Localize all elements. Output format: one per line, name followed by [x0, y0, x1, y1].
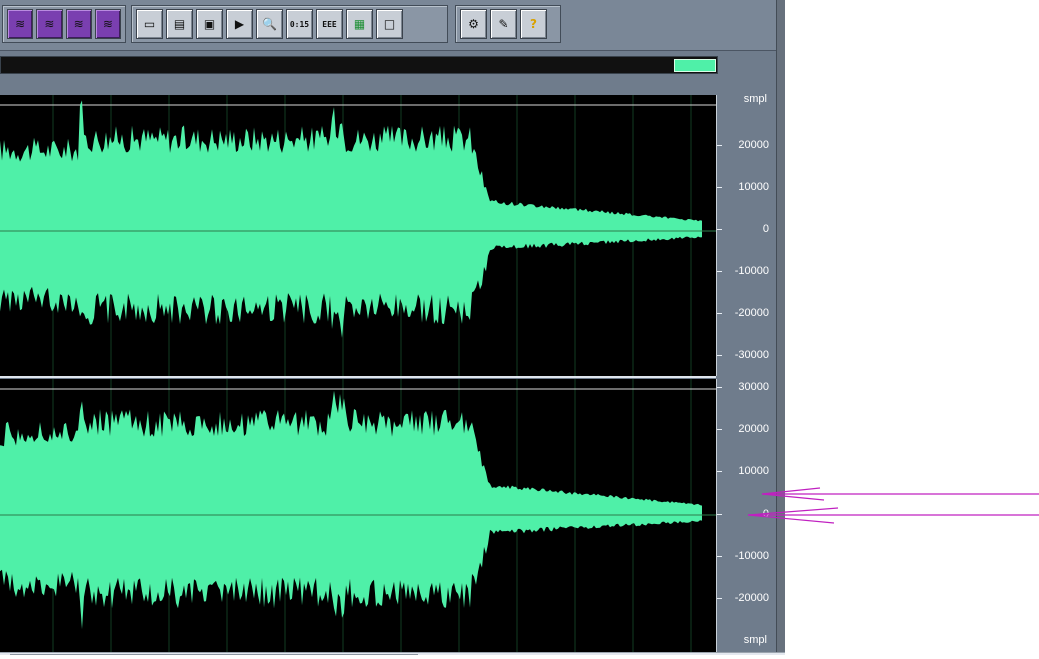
settings-icon: ⚙ — [468, 17, 479, 31]
help-icon: ? — [530, 17, 537, 31]
waveform-view-button[interactable]: ≋ — [7, 9, 34, 39]
ruler-right-tick-label: -10000 — [734, 550, 769, 562]
ruler-right-tick-mark — [717, 471, 722, 472]
window-icon: ▭ — [143, 17, 156, 31]
playlist-icon: ▣ — [203, 17, 216, 31]
settings-button[interactable]: ⚙ — [460, 9, 487, 39]
waveform-left-svg — [0, 95, 716, 376]
level-meter-button[interactable]: EEE — [316, 9, 343, 39]
ruler-left-tick-label: 0 — [762, 223, 769, 235]
purple-spectral-icon: ≋ — [73, 17, 84, 31]
ruler-unit-left: smpl — [743, 93, 767, 105]
ruler-left-tick-mark — [717, 355, 722, 356]
color-bars-icon: ▦ — [353, 17, 366, 31]
ruler-left-tick-mark — [717, 229, 722, 230]
ruler-right-tick-mark — [717, 429, 722, 430]
ruler-right-tick-label: 30000 — [738, 381, 769, 393]
waveform-channel-right[interactable] — [0, 379, 716, 652]
purple-edit-icon: ≋ — [102, 17, 113, 31]
time-display-icon: 0:15 — [289, 19, 310, 29]
color-bars-button[interactable]: ▦ — [346, 9, 373, 39]
ruler-left-tick-mark — [717, 313, 722, 314]
edit-view-button[interactable]: ≋ — [94, 9, 121, 39]
cue-list-button[interactable]: ▤ — [166, 9, 193, 39]
playlist-button[interactable]: ▣ — [196, 9, 223, 39]
status-field — [10, 654, 418, 655]
multitrack-view-button[interactable]: ≋ — [36, 9, 63, 39]
ruler-right-tick-mark — [717, 556, 722, 557]
blank-window-icon: □ — [383, 17, 396, 31]
right-channel-waveform — [0, 390, 702, 630]
ruler-right-tick-mark — [717, 387, 722, 388]
toolbar-group-tools: ⚙ ✎ ? — [455, 5, 561, 43]
ruler-left-tick-label: -30000 — [734, 349, 769, 361]
help-button[interactable]: ? — [520, 9, 547, 39]
window-button[interactable]: ▭ — [136, 9, 163, 39]
overview-bar[interactable] — [0, 56, 718, 74]
purple-multitrack-icon: ≋ — [44, 17, 55, 31]
waveform-channel-left[interactable] — [0, 95, 716, 376]
ruler-left-tick-mark — [717, 145, 722, 146]
channel-separator — [0, 376, 716, 378]
ruler-right-tick-label: -20000 — [734, 592, 769, 604]
ruler-left-tick-label: -10000 — [734, 265, 769, 277]
time-display-button[interactable]: 0:15 — [286, 9, 313, 39]
toolbar-group-windows: ▭ ▤ ▣ ▶ 🔍 0:15 EEE ▦ □ — [131, 5, 448, 43]
ruler-right-tick-label: 20000 — [738, 423, 769, 435]
audio-editor-window: ≋ ≋ ≋ ≋ ▭ ▤ ▣ ▶ 🔍 0:15 EEE ▦ □ ⚙ ✎ ? smp… — [0, 0, 785, 655]
toolbar: ≋ ≋ ≋ ≋ ▭ ▤ ▣ ▶ 🔍 0:15 EEE ▦ □ ⚙ ✎ ? — [0, 0, 785, 51]
vertical-scrollbar[interactable] — [776, 0, 785, 655]
ruler-left-tick-label: -20000 — [734, 307, 769, 319]
ruler-left-tick-mark — [717, 187, 722, 188]
magenta-annotation-arrows — [747, 487, 1039, 524]
ruler-unit-right: smpl — [743, 634, 767, 646]
cue-list-icon: ▤ — [173, 17, 186, 31]
zoom-icon: 🔍 — [262, 17, 277, 31]
status-bar — [0, 652, 785, 655]
purple-wave-view-icon: ≋ — [15, 17, 26, 31]
amplitude-ruler-left: smpl 20000 10000 0 -10000 -20000 -30000 — [716, 93, 777, 376]
toolbar-group-views: ≋ ≋ ≋ ≋ — [2, 5, 126, 43]
level-meter-icon: EEE — [322, 19, 337, 29]
left-channel-waveform — [0, 100, 702, 338]
ruler-left-tick-label: 20000 — [738, 139, 769, 151]
spectral-view-button[interactable]: ≋ — [65, 9, 92, 39]
zoom-button[interactable]: 🔍 — [256, 9, 283, 39]
blank-window-button[interactable]: □ — [376, 9, 403, 39]
play-icon: ▶ — [234, 17, 245, 31]
ruler-right-tick-mark — [717, 514, 722, 515]
overview-view-range[interactable] — [674, 59, 716, 72]
script-icon: ✎ — [498, 17, 509, 31]
ruler-left-tick-label: 10000 — [738, 181, 769, 193]
waveform-right-svg — [0, 379, 716, 652]
ruler-left-tick-mark — [717, 271, 722, 272]
play-button[interactable]: ▶ — [226, 9, 253, 39]
script-button[interactable]: ✎ — [490, 9, 517, 39]
ruler-right-tick-label: 10000 — [738, 465, 769, 477]
overview-side-area — [718, 56, 785, 74]
ruler-right-tick-mark — [717, 598, 722, 599]
